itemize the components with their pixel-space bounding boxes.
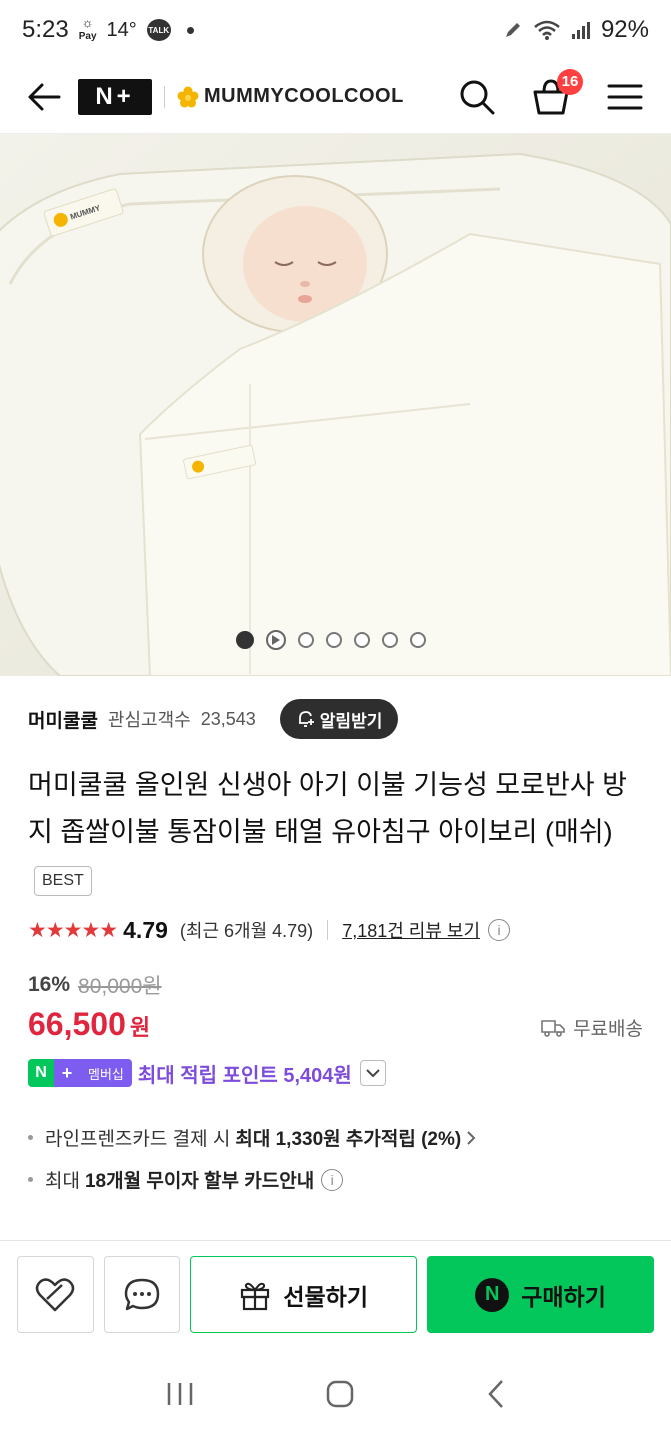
original-price: 80,000원 — [78, 975, 162, 998]
discount-row: 16% 80,000원 — [28, 970, 162, 1000]
back-arrow-icon — [28, 83, 61, 110]
page-dot[interactable] — [410, 632, 426, 648]
alarm-subscribe-button[interactable]: 알림받기 — [279, 699, 399, 739]
chat-icon — [124, 1278, 160, 1310]
play-icon — [272, 635, 280, 645]
system-back-button[interactable] — [486, 1379, 506, 1414]
naver-plus-logo[interactable]: N+ — [78, 78, 152, 115]
talk-icon: TALK — [146, 19, 171, 41]
page-dot[interactable] — [326, 632, 342, 648]
buy-button[interactable]: N 구매하기 — [427, 1256, 654, 1333]
recents-icon — [167, 1382, 193, 1405]
product-image-gallery[interactable]: MUMMY — [0, 134, 671, 676]
page-dot[interactable] — [236, 631, 254, 649]
status-temperature: 14° — [106, 18, 137, 41]
bullet — [28, 1177, 33, 1182]
card-benefit-prefix: 라인프렌즈카드 결제 시 — [45, 1129, 231, 1150]
plus-icon: + — [54, 1059, 80, 1087]
flower-logo-icon — [177, 86, 199, 107]
membership-label: 멤버십 — [80, 1059, 132, 1087]
installment-row[interactable]: 최대 18개월 무이자 할부 카드안내 i — [28, 1166, 344, 1193]
cart-count-badge: 16 — [557, 68, 583, 95]
system-nav-bar — [0, 1352, 671, 1440]
product-title: 머미쿨쿨 올인원 신생아 아기 이불 기능성 모로반사 방지 좁쌀이불 통잠이불… — [28, 770, 627, 847]
info-icon[interactable]: i — [488, 919, 511, 941]
brand-name: MUMMYCOOLCOOL — [204, 85, 404, 107]
best-badge: BEST — [34, 865, 92, 896]
page-dot[interactable] — [382, 632, 398, 648]
top-header: N+ MUMMYCOOLCOOL 16 — [0, 60, 671, 134]
card-benefit-row[interactable]: 라인프렌즈카드 결제 시 최대 1,330원 추가적립 (2%) — [28, 1124, 476, 1151]
shipping-label: 무료배송 — [573, 1019, 643, 1040]
naver-pay-icon: N — [475, 1277, 510, 1312]
seller-row: 머미쿨쿨 관심고객수 23,543 알림받기 — [28, 698, 399, 740]
brand-link[interactable]: MUMMYCOOLCOOL — [177, 85, 404, 108]
membership-badge: N + 멤버십 — [28, 1059, 132, 1087]
status-bar: 5:23 ☼ Pay 14° TALK 92% — [0, 0, 671, 60]
notification-dot-icon — [186, 26, 194, 34]
rating-score: 4.79 — [123, 916, 168, 943]
gift-button[interactable]: 선물하기 — [190, 1256, 418, 1333]
membership-points-row[interactable]: N + 멤버십 최대 적립 포인트 5,404원 — [28, 1058, 386, 1088]
max-points-text: 최대 적립 포인트 5,404원 — [137, 1064, 352, 1087]
buy-label: 구매하기 — [521, 1283, 606, 1310]
video-play-dot[interactable] — [266, 630, 286, 650]
bottom-action-bar: 선물하기 N 구매하기 — [0, 1240, 671, 1348]
seller-name[interactable]: 머미쿨쿨 — [28, 706, 98, 733]
points-expand-button[interactable] — [359, 1060, 386, 1086]
page-dot[interactable] — [354, 632, 370, 648]
gallery-pagination — [236, 630, 426, 650]
menu-button[interactable] — [603, 75, 647, 119]
truck-icon — [541, 1019, 565, 1037]
card-benefit-highlight: 최대 1,330원 추가적립 (2%) — [235, 1129, 462, 1150]
bullet — [28, 1135, 33, 1140]
header-divider — [164, 85, 165, 108]
rating-row: ★★★★★ 4.79 (최근 6개월 4.79) 7,181건 리뷰 보기 i — [28, 912, 511, 948]
info-icon[interactable]: i — [321, 1168, 344, 1191]
cart-button[interactable]: 16 — [529, 68, 583, 119]
product-photo: MUMMY — [0, 134, 671, 676]
product-title-block: 머미쿨쿨 올인원 신생아 아기 이불 기능성 모로반사 방지 좁쌀이불 통잠이불… — [28, 762, 648, 903]
star-rating-icon: ★★★★★ — [28, 918, 118, 942]
naver-n-icon: N — [28, 1059, 54, 1087]
chevron-right-icon — [467, 1130, 476, 1145]
back-button[interactable] — [24, 77, 64, 117]
recent-apps-button[interactable] — [165, 1381, 195, 1412]
gift-icon — [241, 1282, 270, 1310]
followers-count: 23,543 — [200, 708, 256, 729]
currency-unit: 원 — [129, 1015, 151, 1040]
page-dot[interactable] — [298, 632, 314, 648]
chevron-down-icon — [366, 1069, 380, 1078]
home-icon — [327, 1380, 354, 1407]
chat-button[interactable] — [103, 1256, 181, 1333]
followers-label: 관심고객수 — [107, 710, 191, 730]
discount-rate: 16% — [28, 973, 71, 996]
status-time: 5:23 — [22, 16, 69, 43]
search-icon — [460, 80, 495, 114]
menu-icon — [607, 84, 643, 109]
heart-icon — [36, 1277, 75, 1311]
gift-label: 선물하기 — [283, 1283, 368, 1310]
bell-plus-icon — [298, 711, 314, 727]
sale-price-row: 66,500 원 — [28, 1006, 150, 1043]
signal-icon — [571, 22, 590, 39]
shipping-info: 무료배송 — [541, 1014, 643, 1041]
pencil-icon — [505, 23, 520, 37]
reviews-link[interactable]: 7,181건 리뷰 보기 — [342, 917, 480, 943]
installment-prefix: 최대 — [45, 1171, 80, 1192]
alarm-label: 알림받기 — [319, 711, 383, 731]
rating-divider — [327, 920, 329, 940]
installment-highlight: 18개월 무이자 할부 카드안내 — [84, 1171, 315, 1192]
home-button[interactable] — [325, 1379, 355, 1414]
battery-level: 92% — [600, 16, 649, 43]
pay-icon: ☼ Pay — [78, 15, 97, 42]
wifi-icon — [534, 20, 560, 40]
sale-price: 66,500 — [28, 1006, 126, 1042]
wishlist-button[interactable] — [17, 1256, 94, 1333]
recent-rating: (최근 6개월 4.79) — [179, 921, 314, 941]
search-button[interactable] — [455, 75, 499, 119]
chevron-left-icon — [488, 1379, 503, 1408]
